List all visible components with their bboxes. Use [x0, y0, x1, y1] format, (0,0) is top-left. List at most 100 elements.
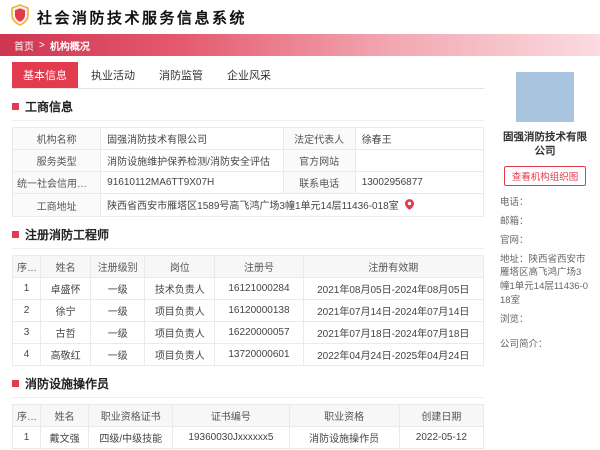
table-row: 2 徐宁 一级 项目负责人 16120000138 2021年07月14日-20… — [11, 299, 485, 322]
field-label: 联系电话 — [282, 171, 356, 194]
field-value — [354, 149, 485, 172]
cell: 2022年04月24日-2025年04月24日 — [302, 343, 485, 366]
cell: 徐宁 — [40, 299, 92, 322]
field-value: 91610112MA6TT9X07H — [100, 171, 284, 194]
engineers-table: 序号 姓名 注册级别 岗位 注册号 注册有效期 1 卓盛怀 一级 技术负责人 1… — [11, 255, 485, 366]
breadcrumb-home-link[interactable]: 首页 — [14, 38, 34, 53]
cell: 一级 — [90, 299, 146, 322]
address-cell: 陕西省西安市雁塔区1589号高飞鸿广场3幢1单元14层11436-018室 — [100, 193, 484, 217]
cell: 13720000601 — [214, 343, 304, 366]
breadcrumb-current: 机构概况 — [49, 41, 90, 53]
section-bullet-icon — [12, 103, 19, 110]
cell: 卓盛怀 — [40, 277, 92, 300]
tab-basic-info[interactable]: 基本信息 — [12, 62, 78, 88]
cell: 项目负责人 — [144, 321, 216, 344]
page: 社会消防技术服务信息系统 首页 > 机构概况 基本信息 执业活动 消防监管 企业… — [0, 0, 600, 450]
location-pin-icon[interactable] — [404, 199, 414, 213]
section-operators: 消防设施操作员 — [12, 366, 484, 398]
table-row: 3 古哲 一级 项目负责人 16220000057 2021年07月18日-20… — [11, 321, 485, 344]
field-label: 统一社会信用代码 — [11, 171, 102, 194]
field-value: 固强消防技术有限公司 — [100, 127, 284, 150]
content-area: 基本信息 执业活动 消防监管 企业风采 工商信息 机构名称 固强消防技术有限公司… — [0, 56, 600, 450]
tab-practice-activity[interactable]: 执业活动 — [80, 62, 146, 88]
field-label: 邮箱： — [500, 216, 529, 228]
field-label: 电话： — [500, 197, 529, 209]
breadcrumb-banner: 首页 > 机构概况 — [0, 34, 600, 56]
field-label: 服务类型 — [11, 149, 102, 172]
business-info-table: 机构名称 固强消防技术有限公司 法定代表人 徐春王 服务类型 消防设施维护保养检… — [11, 127, 485, 217]
cell: 19360030Jxxxxxx5 — [172, 426, 290, 449]
section-business-info: 工商信息 — [12, 89, 484, 121]
section-title: 注册消防工程师 — [25, 228, 110, 242]
field-value: 消防设施维护保养检测/消防安全评估 — [100, 149, 284, 172]
view-org-chart-button[interactable]: 查看机构组织图 — [503, 166, 587, 187]
column-header: 岗位 — [144, 255, 216, 278]
column-header: 创建日期 — [398, 404, 485, 427]
table-row: 机构名称 固强消防技术有限公司 法定代表人 徐春王 — [11, 127, 485, 150]
company-logo-image — [516, 72, 574, 122]
cell: 四级/中级技能 — [88, 426, 174, 449]
table-row: 4 高敬红 一级 项目负责人 13720000601 2022年04月24日-2… — [11, 343, 485, 366]
company-intro-field: 公司简介： — [500, 338, 590, 352]
cell: 3 — [11, 321, 42, 344]
cell: 高敬红 — [40, 343, 92, 366]
cell: 2021年08月05日-2024年08月05日 — [302, 277, 485, 300]
table-row: 工商地址 陕西省西安市雁塔区1589号高飞鸿广场3幢1单元14层11436-01… — [11, 193, 484, 217]
field-value: 13002956877 — [354, 171, 485, 194]
column-header: 注册号 — [214, 255, 304, 278]
section-bullet-icon — [12, 380, 19, 387]
cell: 一级 — [90, 321, 146, 344]
column-header: 序号 — [11, 404, 42, 427]
cell: 戴文强 — [40, 426, 90, 449]
tab-company-showcase[interactable]: 企业风采 — [216, 62, 282, 88]
section-title: 消防设施操作员 — [25, 377, 110, 391]
field-label: 公司简介： — [500, 339, 548, 351]
column-header: 证书编号 — [172, 404, 290, 427]
cell: 一级 — [90, 277, 146, 300]
field-label: 地址： — [500, 253, 529, 265]
cell: 4 — [11, 343, 42, 366]
column-header: 职业资格 — [288, 404, 400, 427]
email-field: 邮箱： — [500, 215, 590, 229]
table-row: 服务类型 消防设施维护保养检测/消防安全评估 官方网站 — [11, 149, 485, 172]
cell: 16121000284 — [214, 277, 304, 300]
field-label: 浏览： — [500, 313, 529, 325]
cell: 2021年07月14日-2024年07月14日 — [302, 299, 485, 322]
column-header: 姓名 — [40, 404, 90, 427]
address-field: 地址：陕西省西安市雁塔区高飞鸿广场3幢1单元14层11436-018室 — [500, 253, 590, 308]
table-row: 1 卓盛怀 一级 技术负责人 16121000284 2021年08月05日-2… — [11, 277, 485, 300]
field-label: 工商地址 — [11, 193, 102, 217]
tab-fire-supervision[interactable]: 消防监管 — [148, 62, 214, 88]
cell: 古哲 — [40, 321, 92, 344]
cell: 2 — [11, 299, 42, 322]
website-field: 官网： — [500, 234, 590, 248]
cell: 一级 — [90, 343, 146, 366]
company-name: 固强消防技术有限公司 — [503, 131, 587, 157]
field-label: 官网： — [500, 234, 529, 246]
cell: 2021年07月18日-2024年07月18日 — [302, 321, 485, 344]
column-header: 姓名 — [40, 255, 92, 278]
cell: 2022-05-12 — [398, 426, 485, 449]
app-header: 社会消防技术服务信息系统 — [0, 0, 600, 34]
table-row: 1 戴文强 四级/中级技能 19360030Jxxxxxx5 消防设施操作员 2… — [11, 426, 485, 449]
table-row: 统一社会信用代码 91610112MA6TT9X07H 联系电话 1300295… — [11, 171, 485, 194]
column-header: 职业资格证书 — [88, 404, 174, 427]
cell: 消防设施操作员 — [288, 426, 400, 449]
breadcrumb-separator: > — [39, 39, 45, 51]
cell: 1 — [11, 426, 42, 449]
cell: 技术负责人 — [144, 277, 216, 300]
cell: 项目负责人 — [144, 343, 216, 366]
column-header: 注册级别 — [90, 255, 146, 278]
table-header-row: 序号 姓名 注册级别 岗位 注册号 注册有效期 — [11, 255, 485, 278]
views-field: 浏览： — [500, 313, 590, 327]
field-label: 机构名称 — [11, 127, 102, 150]
phone-field: 电话： — [500, 196, 590, 210]
section-engineers: 注册消防工程师 — [12, 217, 484, 249]
main-column: 基本信息 执业活动 消防监管 企业风采 工商信息 机构名称 固强消防技术有限公司… — [11, 62, 485, 450]
cell: 16220000057 — [214, 321, 304, 344]
tab-bar: 基本信息 执业活动 消防监管 企业风采 — [12, 62, 484, 89]
field-value: 徐春王 — [354, 127, 485, 150]
table-header-row: 序号 姓名 职业资格证书 证书编号 职业资格 创建日期 — [11, 404, 485, 427]
field-label: 法定代表人 — [282, 127, 356, 150]
section-title: 工商信息 — [25, 100, 74, 114]
